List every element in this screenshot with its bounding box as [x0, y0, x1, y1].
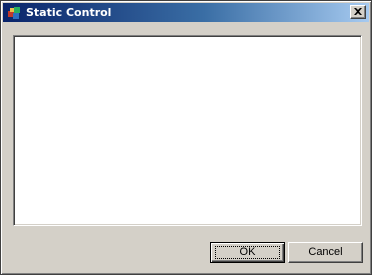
- application-icon[interactable]: [7, 5, 23, 21]
- dialog-window: Static Control OK Cancel: [0, 0, 372, 275]
- cancel-button[interactable]: Cancel: [288, 242, 363, 263]
- window-title: Static Control: [26, 6, 112, 19]
- close-icon: [354, 8, 362, 15]
- cancel-button-label: Cancel: [308, 246, 343, 258]
- static-control-area: [13, 35, 362, 226]
- ok-button-label: OK: [239, 246, 256, 258]
- close-button[interactable]: [350, 5, 366, 19]
- title-bar[interactable]: Static Control: [3, 3, 369, 22]
- ok-button[interactable]: OK: [210, 242, 285, 263]
